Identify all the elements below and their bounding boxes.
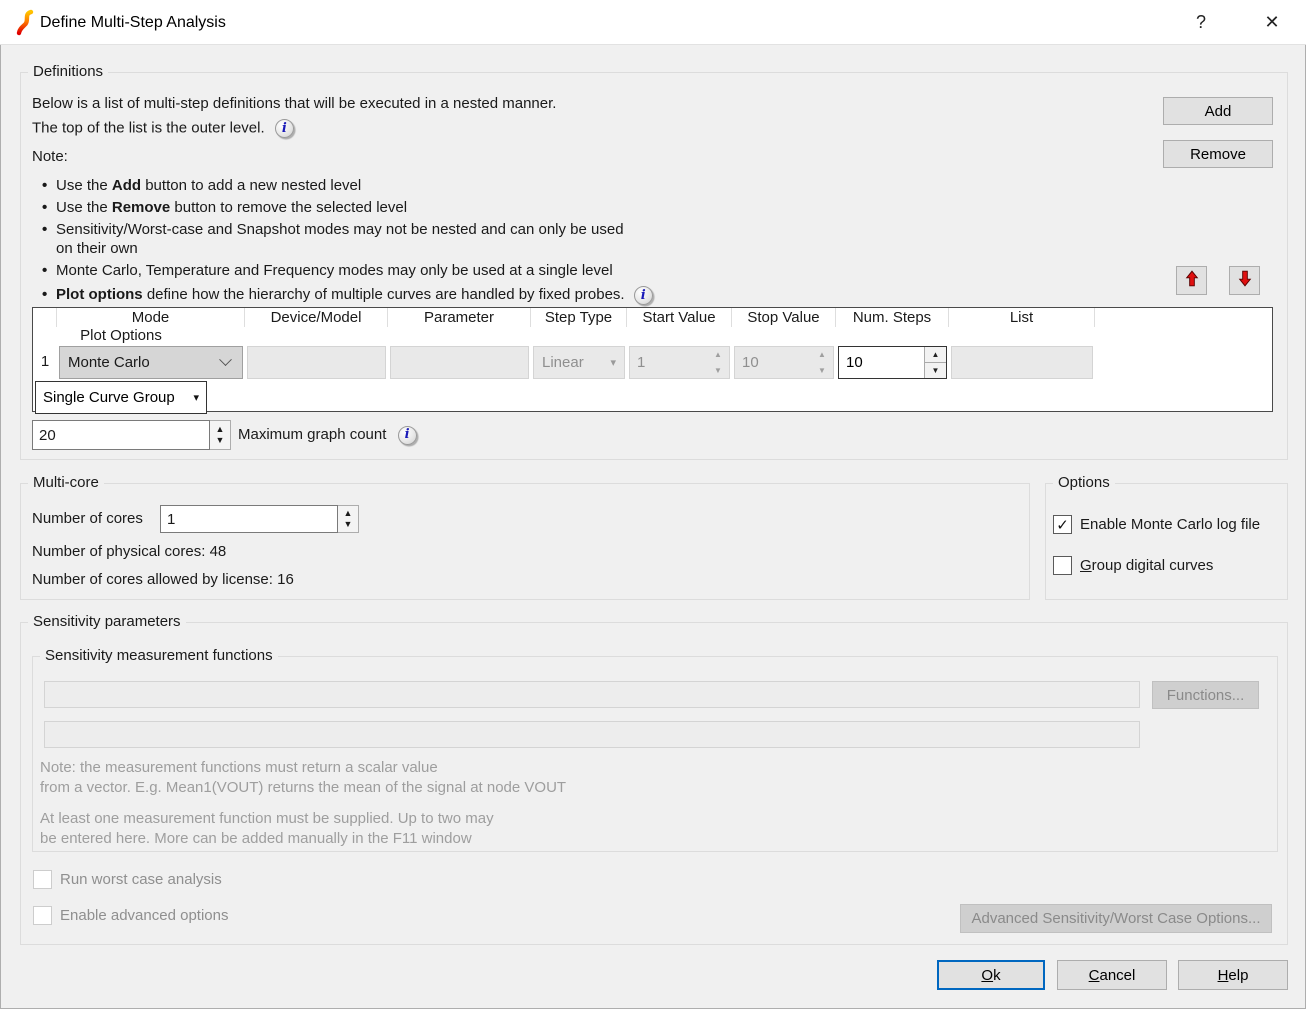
step-type-combobox: Linear ▾ <box>533 346 625 379</box>
enable-advanced-options-checkbox: ✓ Enable advanced options <box>33 906 228 925</box>
spin-up-icon: ▲ <box>811 347 833 363</box>
spin-up-icon: ▲ <box>707 347 729 363</box>
functions-button: Functions... <box>1152 681 1259 709</box>
max-graph-count-spinner[interactable]: 20 ▲ ▼ <box>32 420 231 450</box>
checkmark-icon: ✓ <box>1056 516 1069 534</box>
column-header-start-value: Start Value <box>627 308 732 327</box>
parameter-cell <box>390 346 529 379</box>
spin-up-icon[interactable]: ▲ <box>344 509 353 518</box>
multi-step-definition-table: Mode Device/Model Parameter Step Type St… <box>32 307 1273 412</box>
spin-down-icon: ▼ <box>811 363 833 379</box>
checkbox-box: ✓ <box>33 906 52 925</box>
window-title: Define Multi-Step Analysis <box>40 0 226 45</box>
spin-down-icon[interactable]: ▼ <box>344 520 353 529</box>
definitions-bullet-list: Use the Add button to add a new nested l… <box>42 176 742 308</box>
title-bar: Define Multi-Step Analysis ? ✕ <box>0 0 1306 45</box>
bullet-sensitivity: Sensitivity/Worst-case and Snapshot mode… <box>42 220 742 258</box>
measurement-function-field-1 <box>44 681 1140 708</box>
bullet-add: Use the Add button to add a new nested l… <box>42 176 742 195</box>
info-icon[interactable]: i <box>275 119 294 138</box>
measurement-note-2: At least one measurement function must b… <box>40 809 494 849</box>
spin-up-icon[interactable]: ▲ <box>925 347 946 363</box>
bullet-monte-carlo: Monte Carlo, Temperature and Frequency m… <box>42 261 742 280</box>
column-header-stop-value: Stop Value <box>732 308 836 327</box>
start-value-spinner: 1 ▲▼ <box>629 346 730 379</box>
measurement-function-field-2 <box>44 721 1140 748</box>
definitions-intro-line1: Below is a list of multi-step definition… <box>32 95 556 112</box>
column-header-list: List <box>949 308 1095 327</box>
help-titlebar-button[interactable]: ? <box>1180 0 1222 45</box>
number-of-cores-spinner[interactable]: 1 ▲ ▼ <box>160 505 359 533</box>
mode-combobox[interactable]: Monte Carlo <box>59 346 243 379</box>
plot-options-combobox[interactable]: Single Curve Group ▾ <box>35 381 207 414</box>
bullet-remove: Use the Remove button to remove the sele… <box>42 198 742 217</box>
max-graph-count-label: Maximum graph count i <box>238 420 417 450</box>
add-button[interactable]: Add <box>1163 97 1273 125</box>
column-header-step-type: Step Type <box>531 308 627 327</box>
dialog-define-multi-step-analysis: { "window": { "title": "Define Multi-Ste… <box>0 0 1306 1009</box>
device-model-cell <box>247 346 386 379</box>
move-down-button[interactable] <box>1229 266 1260 295</box>
group-digital-curves-checkbox[interactable]: ✓ Group digital curves <box>1053 556 1213 575</box>
spin-down-icon: ▼ <box>707 363 729 379</box>
measurement-note-1: Note: the measurement functions must ret… <box>40 758 566 798</box>
checkbox-label: Enable advanced options <box>60 907 228 924</box>
cancel-button[interactable]: Cancel <box>1057 960 1167 990</box>
move-up-button[interactable] <box>1176 266 1207 295</box>
ok-button[interactable]: Ok <box>937 960 1045 990</box>
measurement-functions-group-title: Sensitivity measurement functions <box>40 647 278 664</box>
physical-cores-text: Number of physical cores: 48 <box>32 543 226 560</box>
info-icon[interactable]: i <box>634 286 653 305</box>
row-number: 1 <box>33 345 57 378</box>
help-button[interactable]: Help <box>1178 960 1288 990</box>
column-header-mode: Mode <box>57 308 245 327</box>
sensitivity-group-title: Sensitivity parameters <box>28 613 186 630</box>
spinner-arrows[interactable]: ▲ ▼ <box>210 420 231 450</box>
checkbox-label: Enable Monte Carlo log file <box>1080 516 1260 533</box>
spinner-arrows[interactable]: ▲ ▼ <box>338 505 359 533</box>
column-header-num-steps: Num. Steps <box>836 308 949 327</box>
num-steps-spinner[interactable]: 10 ▲▼ <box>838 346 947 379</box>
checkbox-box[interactable]: ✓ <box>1053 515 1072 534</box>
checkbox-box[interactable]: ✓ <box>1053 556 1072 575</box>
column-header-parameter: Parameter <box>388 308 531 327</box>
app-logo-icon <box>14 9 38 40</box>
bullet-plot-options: Plot options define how the hierarchy of… <box>42 285 742 305</box>
info-icon[interactable]: i <box>398 426 417 445</box>
remove-button[interactable]: Remove <box>1163 140 1273 168</box>
table-header-row: Mode Device/Model Parameter Step Type St… <box>33 308 1272 345</box>
column-header-gutter <box>33 308 57 327</box>
column-header-plot-options: Plot Options <box>33 327 209 346</box>
note-label: Note: <box>32 148 68 165</box>
table-row[interactable]: 1 Monte Carlo Linear ▾ 1 ▲▼ 10 ▲▼ <box>33 345 1272 382</box>
checkbox-box: ✓ <box>33 870 52 889</box>
chevron-down-icon: ▾ <box>610 356 616 369</box>
close-icon[interactable]: ✕ <box>1244 0 1300 45</box>
multi-core-group-title: Multi-core <box>28 474 104 491</box>
spin-up-icon[interactable]: ▲ <box>216 425 225 434</box>
chevron-down-icon: ▾ <box>193 391 199 404</box>
chevron-down-icon <box>219 353 232 366</box>
enable-monte-carlo-log-checkbox[interactable]: ✓ Enable Monte Carlo log file <box>1053 515 1260 534</box>
move-down-icon <box>1235 268 1255 293</box>
move-up-icon <box>1182 268 1202 293</box>
list-cell <box>951 346 1093 379</box>
definitions-group-title: Definitions <box>28 63 108 80</box>
spin-down-icon[interactable]: ▼ <box>216 436 225 445</box>
options-group-title: Options <box>1053 474 1115 491</box>
checkbox-label: Group digital curves <box>1080 557 1213 574</box>
run-worst-case-checkbox: ✓ Run worst case analysis <box>33 870 222 889</box>
stop-value-spinner: 10 ▲▼ <box>734 346 834 379</box>
advanced-sensitivity-options-button: Advanced Sensitivity/Worst Case Options.… <box>960 904 1272 933</box>
definitions-intro-line2: The top of the list is the outer level. … <box>32 119 294 138</box>
column-header-device-model: Device/Model <box>245 308 388 327</box>
spin-down-icon[interactable]: ▼ <box>925 363 946 378</box>
license-cores-text: Number of cores allowed by license: 16 <box>32 571 294 588</box>
options-group: Options <box>1045 483 1288 600</box>
checkbox-label: Run worst case analysis <box>60 871 222 888</box>
number-of-cores-label: Number of cores <box>32 505 143 533</box>
